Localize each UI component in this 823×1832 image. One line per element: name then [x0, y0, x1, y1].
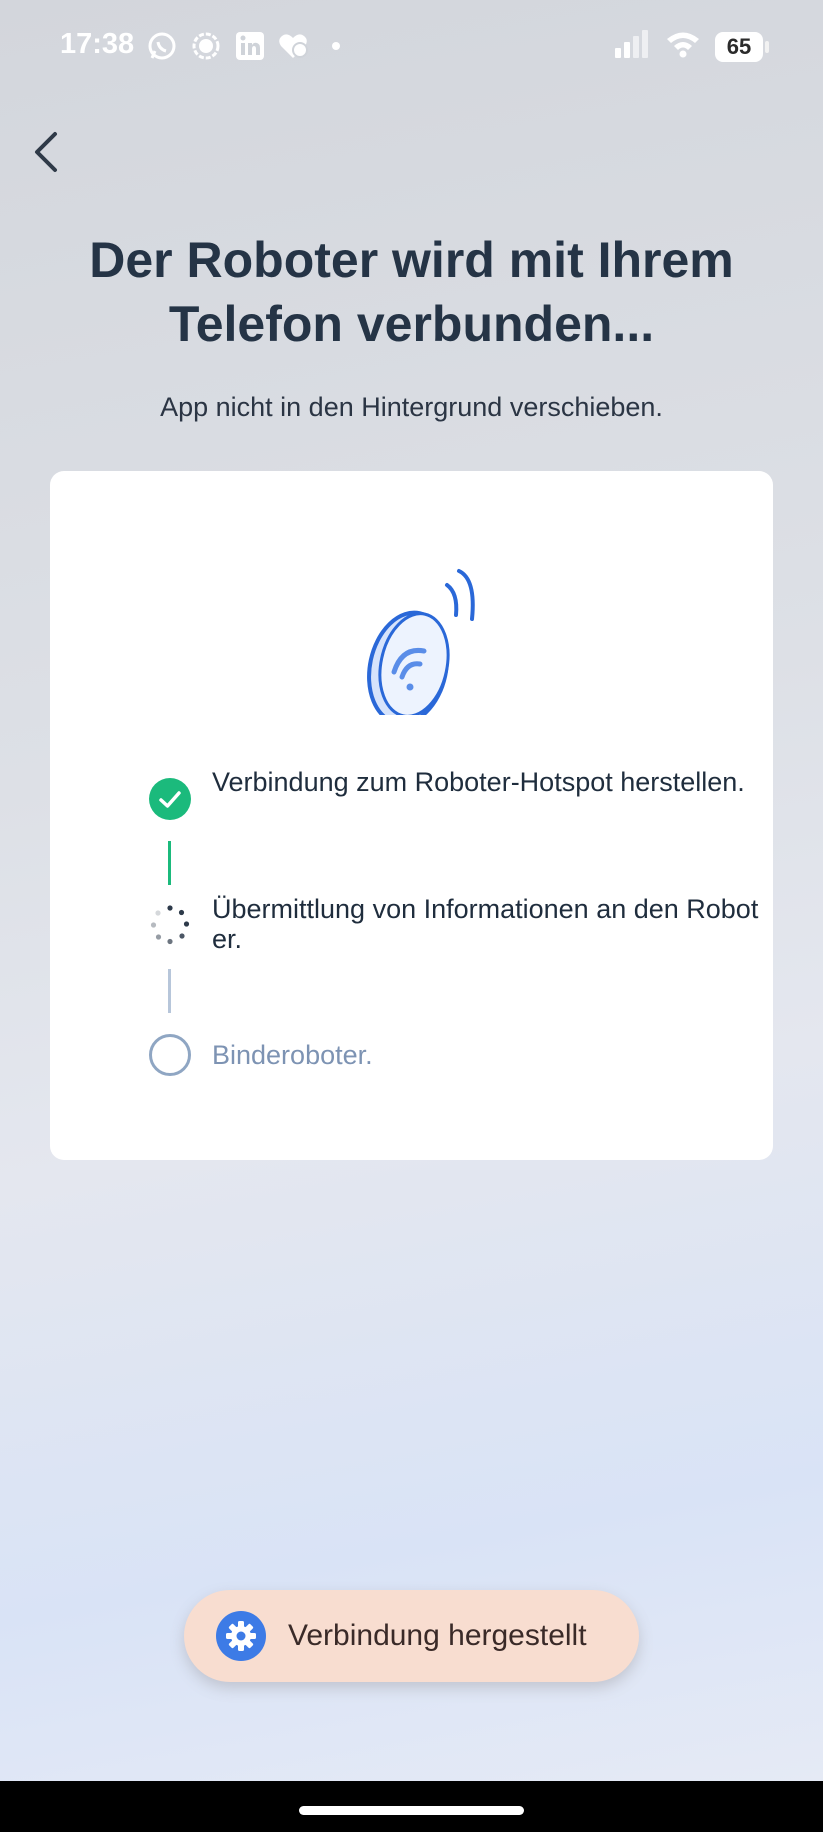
page-title: Der Roboter wird mit Ihrem Telefon verbu…	[89, 232, 734, 352]
status-time: 17:38	[60, 28, 135, 60]
back-button[interactable]	[18, 124, 74, 180]
step-label: Verbindung zum Roboter-Hotspot herstelle…	[212, 767, 745, 797]
notification-icons	[146, 30, 340, 62]
step-connector	[168, 841, 171, 885]
chevron-left-icon	[35, 132, 57, 172]
linkedin-icon	[234, 30, 266, 62]
toast-label: Verbindung hergestellt	[288, 1619, 587, 1652]
system-icons: 65	[613, 30, 769, 63]
battery-level: 65	[726, 33, 752, 59]
signal-icon	[190, 30, 222, 62]
step-label: Binderoboter.	[212, 1040, 373, 1070]
whatsapp-icon	[146, 30, 178, 62]
battery-icon: 65	[715, 31, 769, 62]
robot-wifi-illustration	[367, 569, 475, 715]
connection-progress-card: Verbindung zum Roboter-Hotspot herstelle…	[50, 471, 773, 1160]
health-app-icon	[278, 30, 310, 62]
step-connector	[168, 969, 171, 1013]
pending-circle-icon	[149, 1034, 191, 1076]
wifi-icon	[665, 30, 701, 63]
gear-icon	[216, 1611, 266, 1661]
loading-spinner-icon	[150, 905, 190, 945]
home-indicator[interactable]	[299, 1806, 524, 1815]
status-bar: 17:38 65	[0, 0, 823, 95]
page-subtitle: App nicht in den Hintergrund verschieben…	[160, 392, 663, 422]
more-notifications-dot	[332, 42, 340, 50]
check-icon	[149, 778, 191, 820]
step-label: Übermittlung von Informationen an den Ro…	[212, 894, 759, 954]
cellular-signal-icon	[613, 30, 651, 63]
connection-toast: Verbindung hergestellt	[184, 1590, 639, 1682]
